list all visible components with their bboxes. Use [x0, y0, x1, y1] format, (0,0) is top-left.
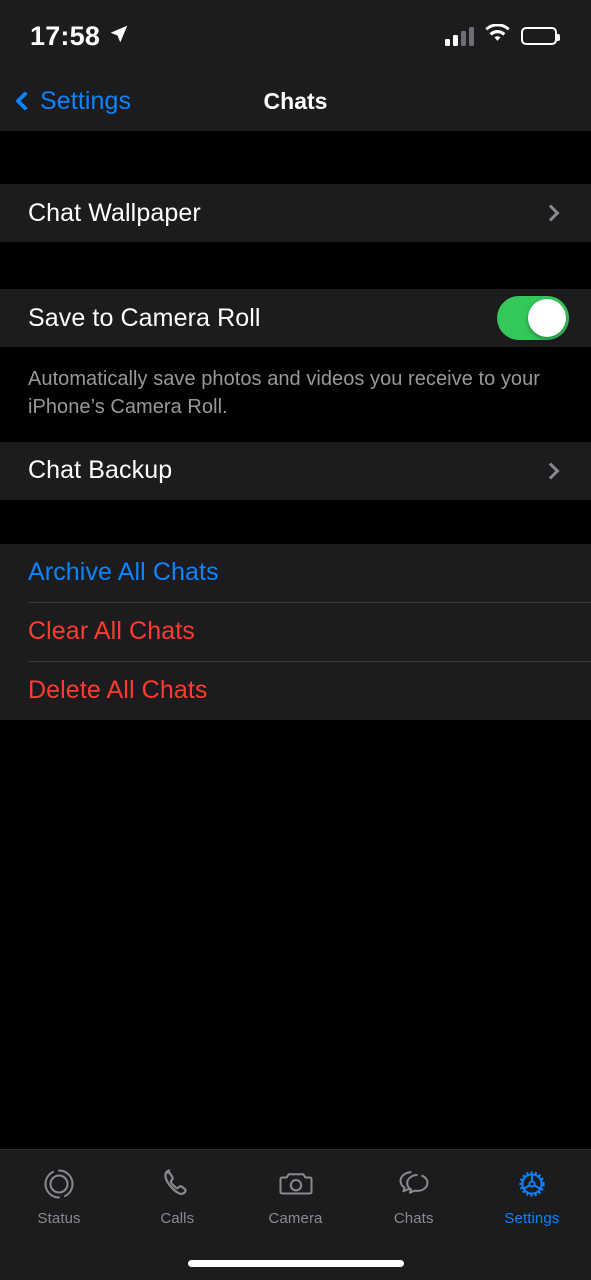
status-bar-clock: 17:58	[30, 20, 101, 51]
save-to-camera-roll-toggle[interactable]	[497, 296, 569, 340]
tab-bar: Status Calls Camera Chats Settings	[0, 1149, 591, 1246]
row-save-to-camera-roll-label: Save to Camera Roll	[28, 303, 261, 332]
location-arrow-icon	[109, 24, 129, 49]
section-gap	[0, 131, 591, 184]
battery-full-icon	[521, 27, 560, 45]
home-indicator[interactable]	[187, 1259, 404, 1267]
tab-status-label: Status	[37, 1210, 81, 1227]
camera-icon	[276, 1164, 316, 1204]
gear-icon	[512, 1164, 552, 1204]
tab-camera-label: Camera	[268, 1210, 323, 1227]
wifi-icon	[485, 23, 510, 48]
row-chat-backup-label: Chat Backup	[28, 456, 173, 485]
tab-camera[interactable]: Camera	[236, 1164, 354, 1227]
row-archive-all-chats[interactable]: Archive All Chats	[0, 544, 591, 602]
section-wallpaper: Chat Wallpaper	[0, 184, 591, 242]
section-camera-roll: Save to Camera Roll	[0, 289, 591, 347]
row-save-to-camera-roll[interactable]: Save to Camera Roll	[0, 289, 591, 347]
section-backup: Chat Backup	[0, 441, 591, 500]
row-chat-wallpaper-label: Chat Wallpaper	[28, 198, 201, 227]
row-chat-wallpaper[interactable]: Chat Wallpaper	[0, 184, 591, 242]
section-gap	[0, 242, 591, 289]
tab-status[interactable]: Status	[0, 1164, 118, 1227]
tab-settings-label: Settings	[504, 1210, 560, 1227]
home-indicator-area	[0, 1246, 591, 1280]
tab-calls[interactable]: Calls	[118, 1164, 236, 1227]
status-bar-right	[445, 23, 560, 48]
phone-icon	[157, 1164, 197, 1204]
status-bar: 17:58	[0, 0, 591, 72]
back-button[interactable]: Settings	[0, 87, 131, 116]
status-bar-left: 17:58	[30, 21, 129, 52]
row-archive-all-chats-label: Archive All Chats	[28, 558, 219, 587]
chevron-right-icon	[542, 462, 560, 480]
tab-chats-label: Chats	[393, 1210, 434, 1227]
section-actions: Archive All Chats Clear All Chats Delete…	[0, 543, 591, 720]
row-delete-all-chats-label: Delete All Chats	[28, 676, 208, 705]
chevron-left-icon	[15, 91, 35, 111]
tab-chats[interactable]: Chats	[355, 1164, 473, 1227]
iphone-screen: 17:58 Settings Chats Chat Wallpaper Save…	[0, 0, 591, 1280]
speech-bubbles-icon	[394, 1164, 434, 1204]
row-clear-all-chats[interactable]: Clear All Chats	[0, 603, 591, 661]
cellular-signal-icon	[445, 26, 474, 46]
status-rings-icon	[39, 1164, 79, 1204]
chevron-right-icon	[542, 204, 560, 222]
row-chat-backup[interactable]: Chat Backup	[0, 442, 591, 500]
back-button-label: Settings	[40, 87, 132, 115]
camera-roll-description: Automatically save photos and videos you…	[0, 347, 591, 442]
tab-calls-label: Calls	[160, 1210, 195, 1227]
row-delete-all-chats[interactable]: Delete All Chats	[0, 662, 591, 720]
section-gap	[0, 499, 591, 544]
row-clear-all-chats-label: Clear All Chats	[28, 617, 195, 646]
toggle-knob	[528, 299, 566, 337]
navigation-bar: Settings Chats	[0, 72, 591, 131]
settings-list: Chat Wallpaper Save to Camera Roll Autom…	[0, 131, 591, 1149]
tab-settings[interactable]: Settings	[473, 1164, 591, 1227]
